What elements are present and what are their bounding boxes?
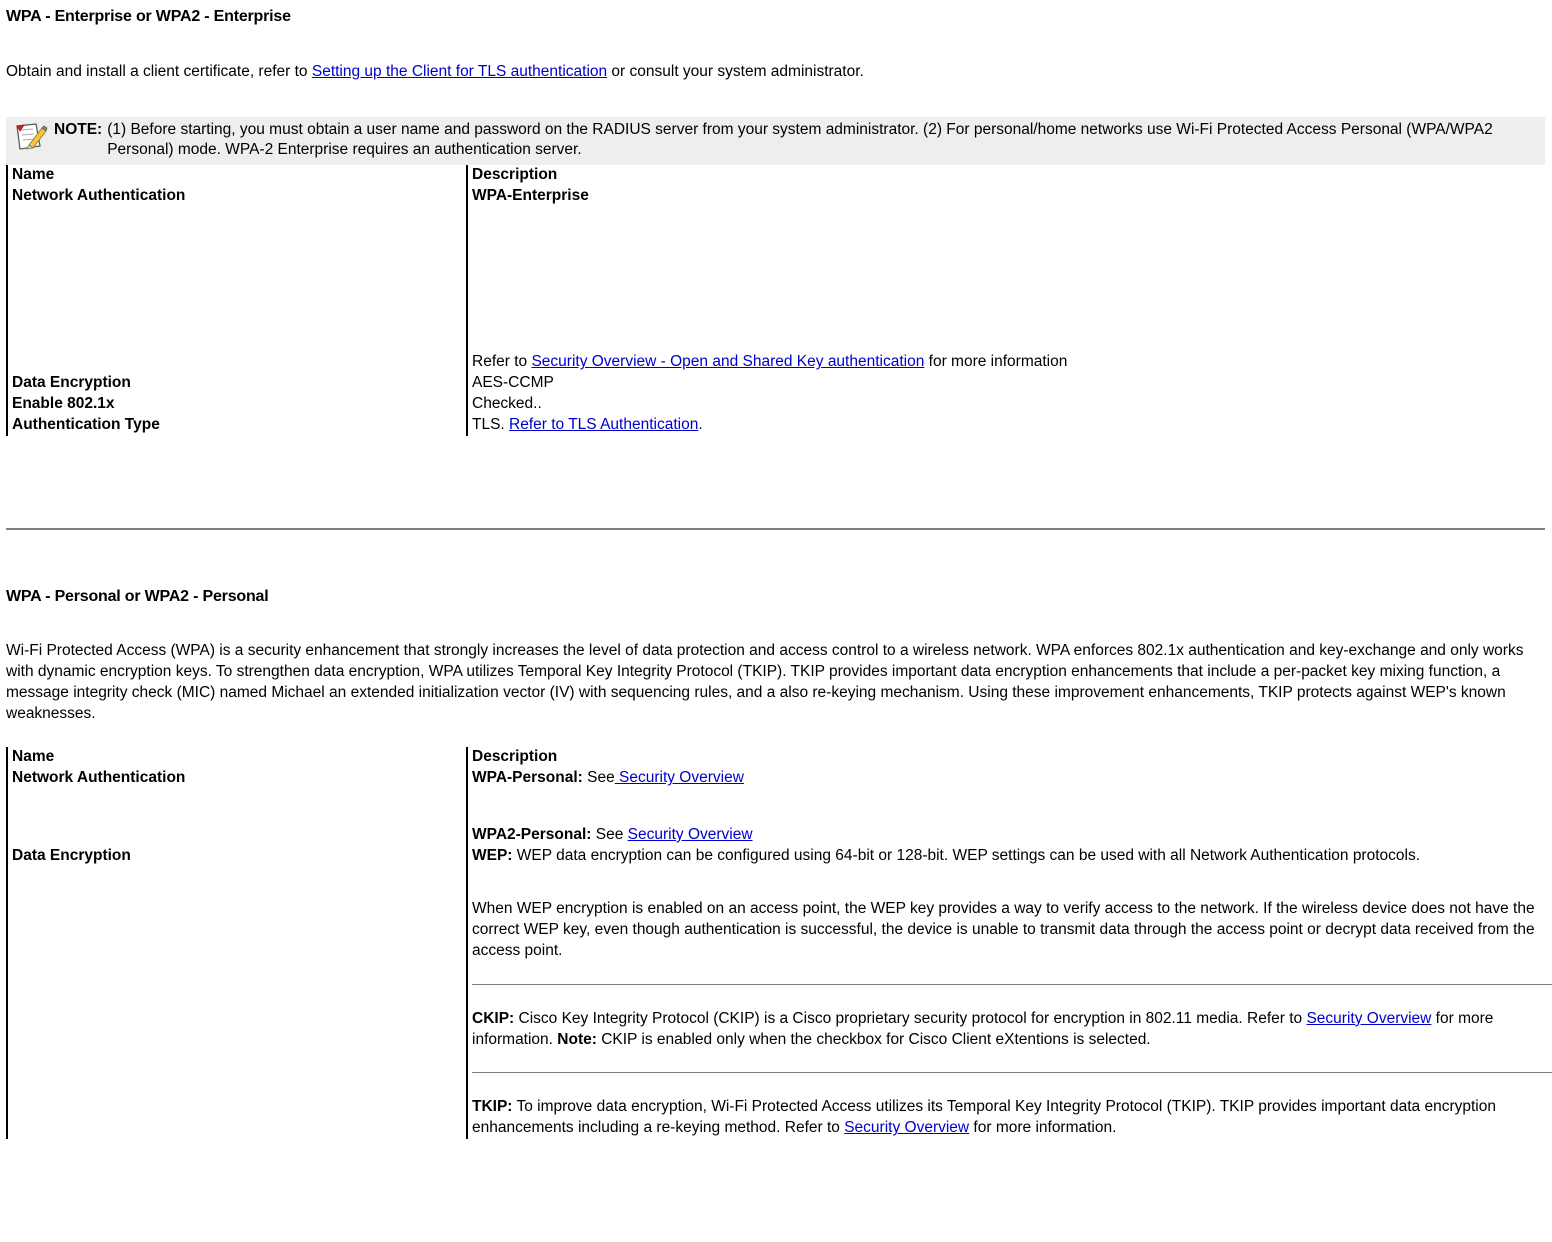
link-security-overview-open-shared-key[interactable]: Security Overview - Open and Shared Key …	[531, 353, 924, 370]
auth-type-suffix: .	[698, 415, 703, 433]
wpa2-personal-text: See	[591, 826, 628, 844]
table-row: Network Authentication WPA-Enterprise Re…	[6, 186, 1545, 374]
document-page: WPA - Enterprise or WPA2 - Enterprise Ob…	[0, 0, 1552, 1140]
column-header-description: Description	[466, 165, 1545, 187]
tkip-label: TKIP:	[472, 1098, 513, 1116]
row-value-network-authentication: WPA-Enterprise Refer to Security Overvie…	[466, 186, 1545, 374]
refer-suffix: for more information	[924, 353, 1068, 371]
section-title-personal: WPA - Personal or WPA2 - Personal	[6, 587, 269, 605]
wpa-personal-label: WPA-Personal:	[472, 769, 583, 787]
auth-type-prefix: TLS.	[472, 415, 510, 433]
cell-spacer	[472, 789, 1541, 825]
refer-prefix: Refer to	[472, 353, 532, 371]
ckip-note-label: Note:	[557, 1030, 597, 1048]
link-security-overview-wpa2-personal[interactable]: Security Overview	[628, 826, 753, 843]
wep-block: WEP: WEP data encryption can be configur…	[472, 846, 1541, 867]
inner-divider-ckip-tkip	[472, 1072, 1552, 1074]
cell-spacer	[472, 207, 1541, 352]
table-row: Enable 802.1x Checked..	[6, 394, 1545, 415]
link-refer-to-tls-authentication[interactable]: Refer to TLS Authentication	[509, 416, 698, 433]
row-value-data-encryption: AES-CCMP	[466, 373, 1545, 395]
ckip-block: CKIP: Cisco Key Integrity Protocol (CKIP…	[472, 1009, 1552, 1051]
table-header-row: Name Description	[6, 747, 1545, 769]
personal-settings-table: Name Description Network Authentication …	[6, 747, 1552, 1140]
row-label-enable-8021x: Enable 802.1x	[6, 394, 467, 415]
link-security-overview-wpa-personal[interactable]: Security Overview	[615, 769, 744, 786]
row-label-data-encryption: Data Encryption	[6, 373, 467, 395]
wpa2-personal-label: WPA2-Personal:	[472, 826, 592, 844]
row-value-network-authentication: WPA-Personal: See Security Overview WPA2…	[466, 768, 1545, 846]
row-label-network-authentication: Network Authentication	[6, 186, 467, 374]
table-row: Data Encryption AES-CCMP	[6, 373, 1545, 395]
ckip-label: CKIP:	[472, 1009, 515, 1027]
column-header-description: Description	[466, 747, 1545, 769]
wpa-personal-text: See	[582, 769, 615, 787]
enterprise-intro-paragraph: Obtain and install a client certificate,…	[6, 62, 1544, 83]
table-row: Network Authentication WPA-Personal: See…	[6, 768, 1545, 846]
table-header-row: Name Description	[6, 165, 1545, 187]
table-row: Data Encryption WEP: WEP data encryption…	[6, 845, 1552, 1140]
note-text: (1) Before starting, you must obtain a u…	[107, 120, 1493, 159]
link-security-overview-tkip[interactable]: Security Overview	[844, 1119, 969, 1136]
link-security-overview-ckip[interactable]: Security Overview	[1306, 1010, 1431, 1027]
wpa2-personal-line: WPA2-Personal: See Security Overview	[472, 825, 1541, 846]
row-label-authentication-type: Authentication Type	[6, 414, 467, 436]
wpa-personal-line: WPA-Personal: See Security Overview	[472, 768, 1541, 789]
inner-divider-wep-ckip	[472, 983, 1552, 985]
note-label: NOTE:	[54, 120, 103, 138]
wep-text: WEP data encryption can be configured us…	[512, 846, 1421, 864]
value-wpa-enterprise: WPA-Enterprise	[472, 187, 589, 205]
row-value-authentication-type: TLS. Refer to TLS Authentication.	[466, 414, 1545, 436]
column-header-name: Name	[6, 747, 467, 769]
enterprise-intro-prefix: Obtain and install a client certificate,…	[6, 62, 312, 80]
ckip-text-3: CKIP is enabled only when the checkbox f…	[596, 1030, 1151, 1048]
table-row: Authentication Type TLS. Refer to TLS Au…	[6, 414, 1545, 436]
tkip-block: TKIP: To improve data encryption, Wi-Fi …	[472, 1097, 1552, 1139]
ckip-text-1: Cisco Key Integrity Protocol (CKIP) is a…	[514, 1009, 1307, 1027]
row-value-enable-8021x: Checked..	[466, 394, 1545, 415]
notepad-pencil-icon	[14, 121, 48, 153]
refer-line: Refer to Security Overview - Open and Sh…	[472, 352, 1541, 373]
wep-label: WEP:	[472, 846, 513, 864]
row-label-data-encryption: Data Encryption	[6, 845, 467, 1140]
link-setting-up-client-tls[interactable]: Setting up the Client for TLS authentica…	[312, 63, 607, 80]
tkip-text-2: for more information.	[969, 1119, 1117, 1137]
personal-intro-paragraph: Wi-Fi Protected Access (WPA) is a securi…	[6, 642, 1524, 723]
column-header-name: Name	[6, 165, 467, 187]
wep-paragraph-2: When WEP encryption is enabled on an acc…	[472, 899, 1535, 959]
cell-spacer	[472, 867, 1541, 899]
enterprise-intro-suffix: or consult your system administrator.	[607, 62, 864, 80]
section-title-enterprise: WPA - Enterprise or WPA2 - Enterprise	[6, 8, 291, 25]
note-callout: NOTE: (1) Before starting, you must obta…	[6, 116, 1545, 166]
row-value-data-encryption: WEP: WEP data encryption can be configur…	[466, 845, 1552, 1140]
row-label-network-authentication: Network Authentication	[6, 768, 467, 846]
enterprise-settings-table: Name Description Network Authentication …	[6, 165, 1545, 436]
